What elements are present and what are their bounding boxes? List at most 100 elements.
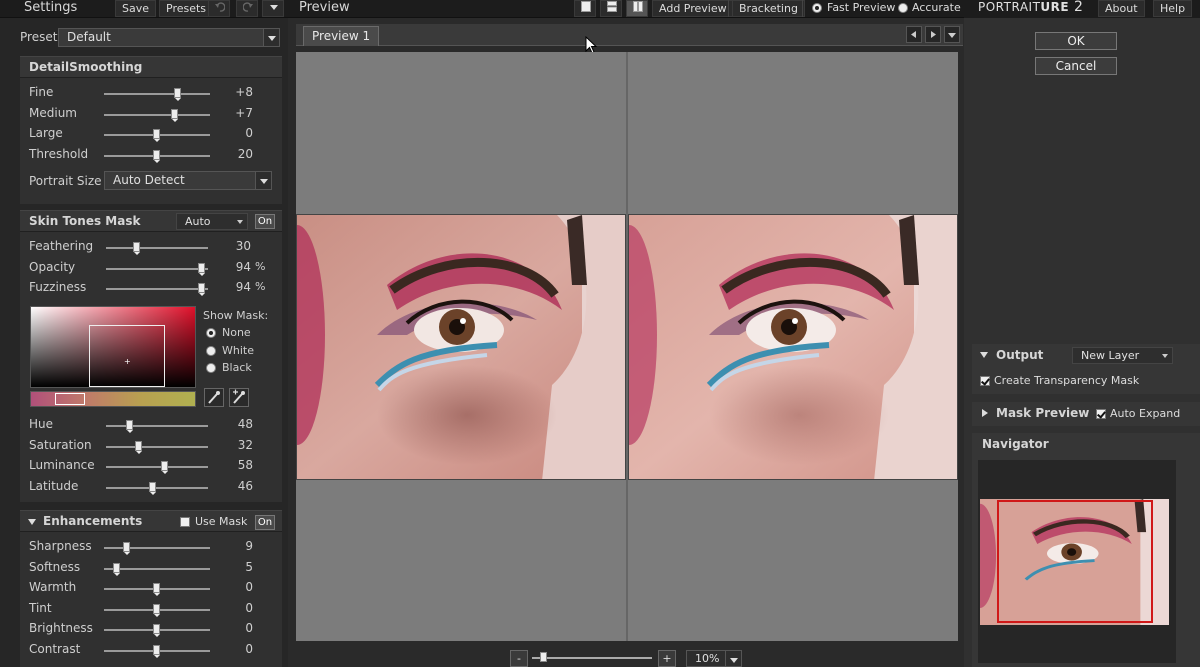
zoom-dropdown[interactable]: 10% xyxy=(686,650,742,667)
show-mask-black-radio[interactable] xyxy=(206,363,216,373)
saturation-slider-thumb[interactable] xyxy=(134,440,142,454)
softness-label: Softness xyxy=(29,559,81,574)
eyedropper-plus-icon[interactable] xyxy=(229,388,249,407)
softness-slider[interactable] xyxy=(104,567,210,570)
create-transparency-mask-checkbox[interactable] xyxy=(980,376,990,386)
preview-canvas[interactable] xyxy=(296,52,958,641)
navigator-panel[interactable] xyxy=(978,460,1176,663)
mask-preview-title[interactable]: Mask Preview xyxy=(996,406,1089,420)
show-mask-none-radio[interactable] xyxy=(206,328,216,338)
bracketing-button[interactable]: Bracketing xyxy=(732,0,805,17)
zoom-bar: - + 10% xyxy=(288,650,964,667)
ok-button[interactable]: OK xyxy=(1035,32,1117,50)
original-photo[interactable] xyxy=(296,214,626,480)
enhancements-header[interactable]: Enhancements Use Mask On xyxy=(20,510,282,532)
saturation-label: Saturation xyxy=(29,437,92,452)
settings-toolbar: Settings Save Presets xyxy=(0,0,288,18)
softness-value: 5 xyxy=(245,559,253,574)
preset-dropdown[interactable]: Default xyxy=(58,28,280,47)
toolbar-divider xyxy=(802,0,803,17)
skin-mask-mode-dropdown[interactable]: Auto xyxy=(176,213,248,230)
auto-expand-checkbox[interactable] xyxy=(1096,409,1106,419)
fuzziness-slider-thumb[interactable] xyxy=(197,283,205,296)
save-button[interactable]: Save xyxy=(115,0,157,17)
hue-slider[interactable] xyxy=(106,425,208,427)
tint-value: 0 xyxy=(245,600,253,615)
zoom-slider-thumb[interactable] xyxy=(540,652,547,662)
hue-strip[interactable] xyxy=(30,391,196,407)
brightness-slider-thumb[interactable] xyxy=(153,624,160,637)
detail-smoothing-title: DetailSmoothing xyxy=(29,60,143,74)
luminance-slider-thumb[interactable] xyxy=(161,461,169,474)
show-mask-white-radio[interactable] xyxy=(206,345,216,356)
softness-slider-thumb[interactable] xyxy=(112,562,120,576)
split-horizontal-icon[interactable] xyxy=(600,0,622,17)
brand-bar: PORTRAITURE 2 About Help xyxy=(964,0,1200,18)
saturation-slider[interactable] xyxy=(106,445,208,448)
eyedropper-icon[interactable] xyxy=(204,388,224,407)
zoom-out-button[interactable]: - xyxy=(510,650,528,667)
threshold-slider-thumb[interactable] xyxy=(153,149,160,163)
menu-arrow-icon[interactable] xyxy=(262,0,284,17)
opacity-slider-thumb[interactable] xyxy=(197,262,205,276)
fuzziness-slider[interactable] xyxy=(106,288,208,290)
preset-value: Default xyxy=(67,30,111,44)
medium-slider-thumb[interactable] xyxy=(171,108,179,122)
logo-version: 2 xyxy=(1069,0,1084,15)
threshold-label: Threshold xyxy=(29,146,89,161)
hue-label: Hue xyxy=(29,417,54,431)
fuzziness-slider-row: Fuzziness 94% xyxy=(20,279,282,297)
latitude-slider-thumb[interactable] xyxy=(148,481,156,495)
skin-mask-on-toggle[interactable]: On xyxy=(255,214,275,229)
sharpness-slider[interactable] xyxy=(104,547,210,549)
portrait-size-dropdown[interactable]: Auto Detect xyxy=(104,171,272,190)
fine-slider[interactable] xyxy=(104,93,210,95)
feathering-slider[interactable] xyxy=(106,247,208,249)
about-button[interactable]: About xyxy=(1098,0,1145,17)
feathering-slider-thumb[interactable] xyxy=(132,242,140,255)
medium-slider[interactable] xyxy=(104,113,210,116)
add-preview-button[interactable]: Add Preview xyxy=(652,0,734,17)
sharpness-slider-thumb[interactable] xyxy=(123,542,131,555)
navigator-view-frame[interactable] xyxy=(997,500,1153,623)
enhancements-on-toggle[interactable]: On xyxy=(255,515,275,530)
fine-slider-row: Fine +8 xyxy=(20,84,282,102)
help-button[interactable]: Help xyxy=(1153,0,1193,17)
skin-color-picker[interactable]: + xyxy=(30,306,196,388)
retouched-photo[interactable] xyxy=(628,214,958,480)
fine-slider-thumb[interactable] xyxy=(174,88,182,101)
zoom-in-button[interactable]: + xyxy=(658,650,676,667)
large-slider-thumb[interactable] xyxy=(153,129,160,142)
single-view-icon[interactable] xyxy=(574,0,596,17)
presets-button[interactable]: Presets xyxy=(159,0,214,17)
luminance-slider[interactable] xyxy=(106,466,208,468)
navigator-thumbnail[interactable] xyxy=(980,499,1169,625)
contrast-slider-thumb[interactable] xyxy=(153,644,160,658)
mask-preview-section: Mask Preview Auto Expand xyxy=(972,402,1200,426)
output-dropdown[interactable]: New Layer xyxy=(1072,347,1173,364)
tab-preview-1[interactable]: Preview 1 xyxy=(303,26,380,46)
latitude-slider[interactable] xyxy=(106,486,208,489)
cancel-button[interactable]: Cancel xyxy=(1035,57,1117,75)
undo-icon[interactable] xyxy=(208,0,230,17)
tab-next-arrow-icon[interactable] xyxy=(925,26,941,43)
hue-slider-thumb[interactable] xyxy=(126,420,134,433)
tab-prev-arrow-icon[interactable] xyxy=(906,26,922,43)
accurate-radio[interactable] xyxy=(898,3,908,13)
right-panel: PORTRAITURE 2 About Help OK Cancel Outpu… xyxy=(964,0,1200,667)
skin-tones-mask-header[interactable]: Skin Tones Mask Auto On xyxy=(20,210,282,232)
warmth-slider-thumb[interactable] xyxy=(153,583,160,596)
color-selection-box[interactable] xyxy=(89,325,165,387)
split-vertical-icon[interactable] xyxy=(626,0,648,17)
opacity-slider[interactable] xyxy=(106,267,208,270)
use-mask-checkbox[interactable] xyxy=(180,517,190,527)
zoom-slider[interactable] xyxy=(532,652,652,662)
hue-strip-selector[interactable] xyxy=(55,393,85,405)
tint-slider-thumb[interactable] xyxy=(153,603,160,617)
redo-icon[interactable] xyxy=(236,0,258,17)
tab-menu-arrow-icon[interactable] xyxy=(944,26,960,43)
detail-smoothing-header[interactable]: DetailSmoothing xyxy=(20,56,282,78)
output-value: New Layer xyxy=(1081,349,1140,362)
skin-tones-mask-title: Skin Tones Mask xyxy=(29,214,141,228)
fast-preview-radio[interactable] xyxy=(812,3,822,13)
